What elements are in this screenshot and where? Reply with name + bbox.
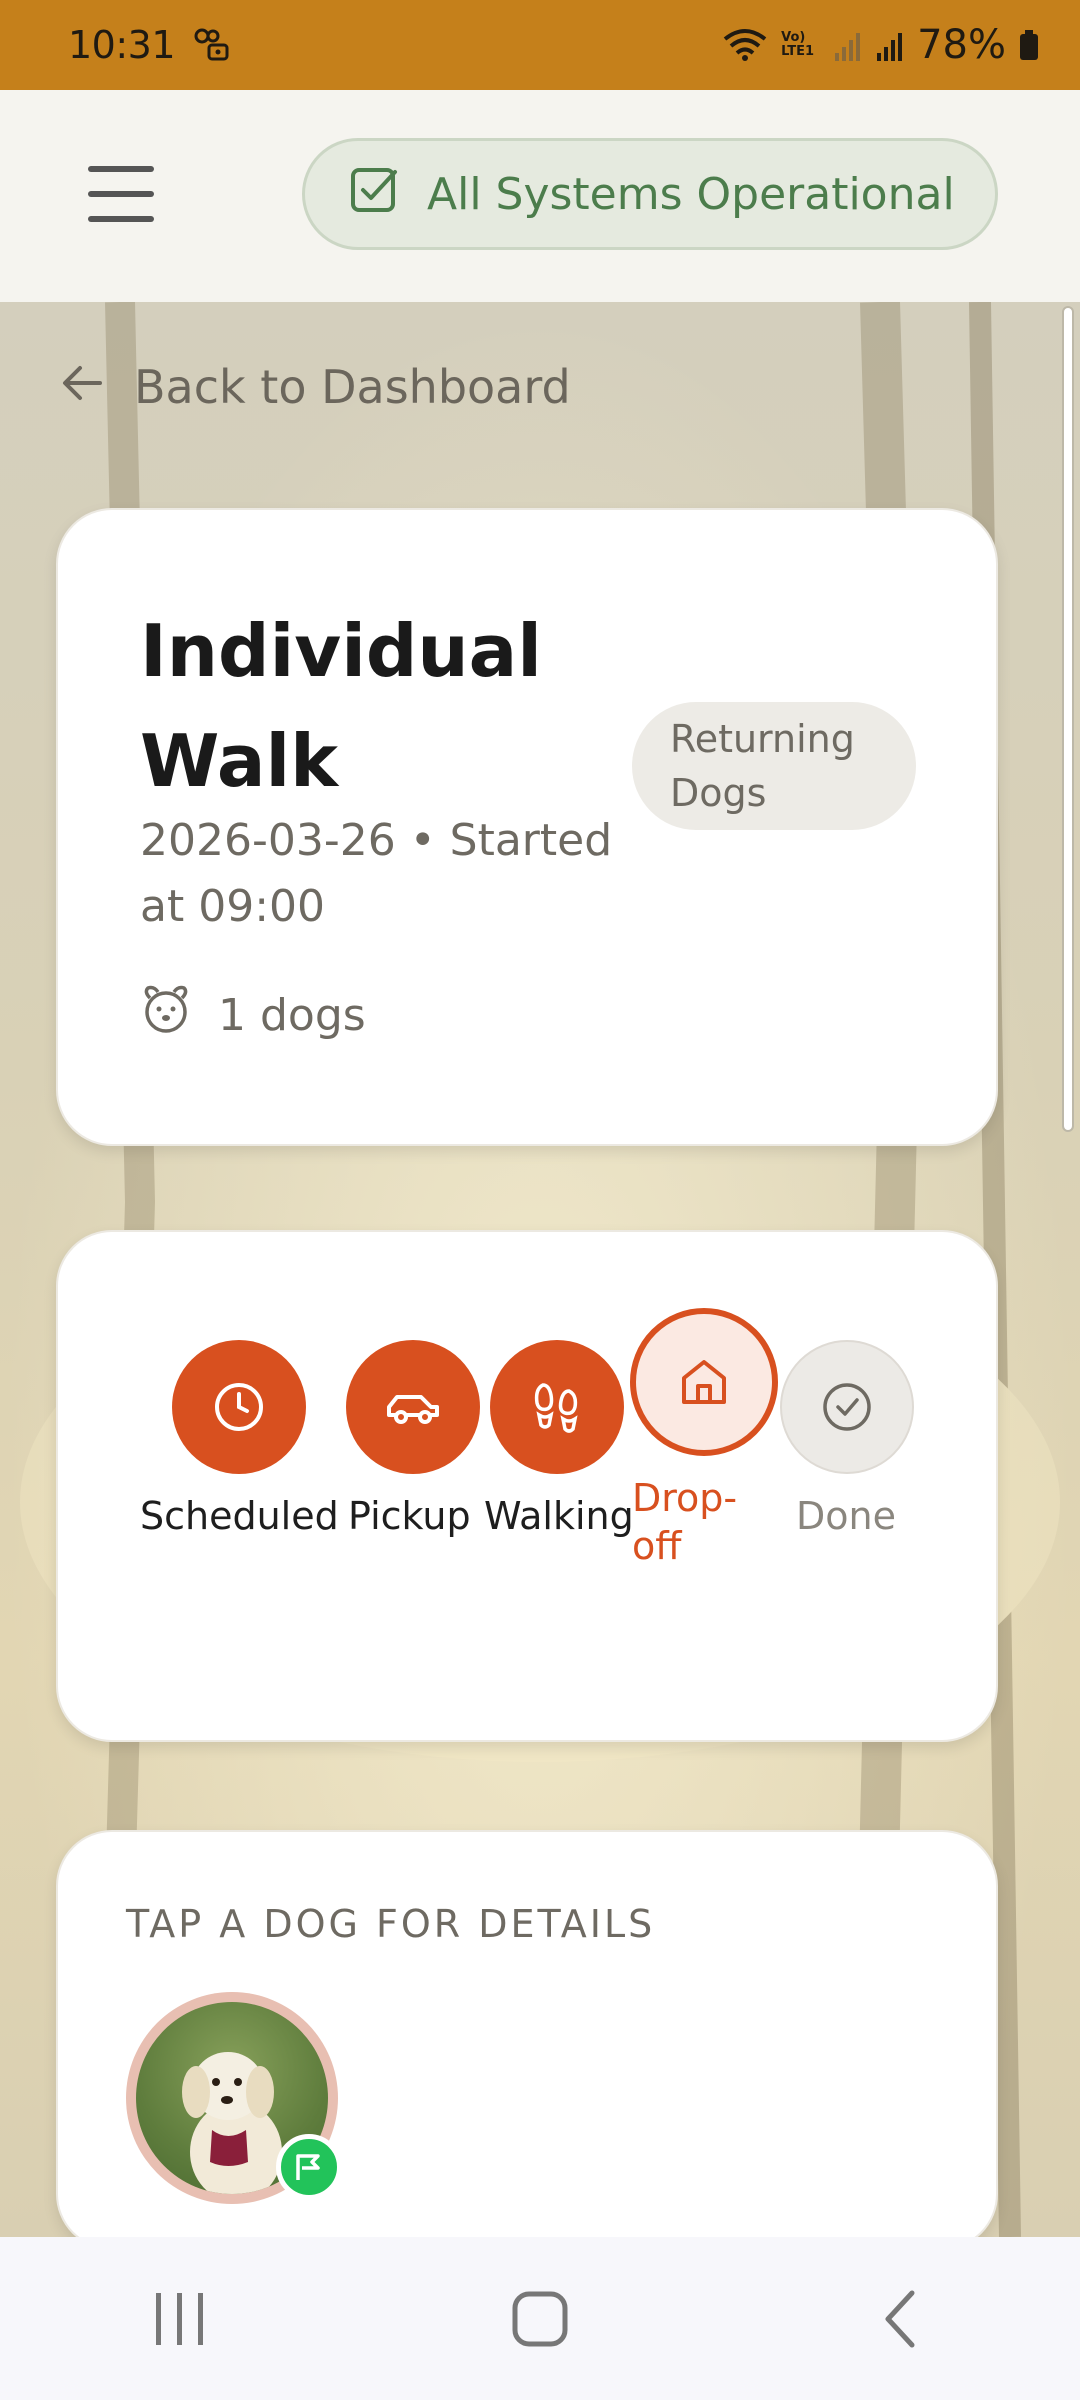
step-drop-off[interactable] [630, 1308, 778, 1456]
home-button[interactable] [480, 2269, 600, 2369]
walk-progress-card: Scheduled Pickup Walking Drop-off Done [56, 1230, 998, 1742]
dogs-card: TAP A DOG FOR DETAILS [56, 1830, 998, 2250]
dog-count-label: 1 dogs [218, 990, 366, 1041]
progress-steps: Scheduled Pickup Walking Drop-off Done [58, 1232, 996, 1740]
recent-apps-icon [156, 2292, 203, 2345]
walk-info-card: Individual Walk Returning Dogs 2026-03-2… [56, 508, 998, 1146]
chevron-left-icon [885, 2290, 915, 2347]
footprints-icon [534, 1383, 578, 1433]
car-icon [387, 1395, 439, 1424]
step-label-drop-off: Drop-off [632, 1476, 738, 1568]
status-bar-left: 10:31 [68, 23, 233, 67]
notification-lock-icon [193, 27, 233, 63]
step-label-scheduled: Scheduled [140, 1494, 339, 1538]
step-label-done: Done [796, 1494, 896, 1538]
battery-icon [1018, 27, 1040, 63]
step-label-walking: Walking [484, 1494, 634, 1538]
status-badge: Returning Dogs [632, 702, 916, 830]
dog-face-icon [140, 984, 192, 1047]
step-pickup[interactable] [346, 1340, 480, 1474]
system-status-pill[interactable]: All Systems Operational [302, 138, 998, 250]
status-bar-right: Vo) LTE1 78% [721, 22, 1040, 68]
menu-line-icon [88, 216, 154, 222]
walk-date-time: 2026-03-26 • Started at 09:00 [140, 815, 613, 932]
network-type-label: Vo) LTE1 [781, 30, 815, 59]
back-link-label: Back to Dashboard [134, 360, 571, 414]
walk-title: Individual Walk [140, 609, 542, 803]
dog-avatar[interactable] [126, 1992, 342, 2204]
step-done[interactable] [780, 1340, 914, 1474]
battery-percent: 78% [917, 22, 1006, 68]
menu-line-icon [88, 166, 154, 172]
step-walking[interactable] [490, 1340, 624, 1474]
recent-apps-button[interactable] [120, 2269, 240, 2369]
scrollbar[interactable] [1062, 306, 1074, 1132]
clock-time: 10:31 [68, 23, 176, 67]
app-header: All Systems Operational [0, 90, 1080, 302]
clock-icon [215, 1383, 263, 1431]
step-label-pickup: Pickup [348, 1494, 471, 1538]
system-navigation-bar [0, 2237, 1080, 2400]
step-scheduled[interactable] [172, 1340, 306, 1474]
check-circle-icon [823, 1383, 871, 1431]
signal-strength-2-icon [875, 27, 905, 63]
system-status-text: All Systems Operational [427, 168, 955, 220]
back-to-dashboard-link[interactable]: Back to Dashboard [60, 360, 571, 414]
signal-strength-1-icon [833, 27, 863, 63]
menu-line-icon [88, 191, 154, 197]
checkbox-icon [349, 164, 399, 225]
status-bar: 10:31 Vo) LTE1 78% [0, 0, 1080, 90]
menu-button[interactable] [88, 166, 154, 222]
dog-count: 1 dogs [140, 984, 366, 1047]
section-label: TAP A DOG FOR DETAILS [126, 1902, 656, 1946]
wifi-icon [721, 27, 769, 63]
home-icon [682, 1360, 726, 1404]
back-button[interactable] [840, 2269, 960, 2369]
status-badge-icon [276, 2134, 342, 2200]
arrow-left-icon [60, 360, 104, 414]
home-square-icon [512, 2291, 568, 2346]
